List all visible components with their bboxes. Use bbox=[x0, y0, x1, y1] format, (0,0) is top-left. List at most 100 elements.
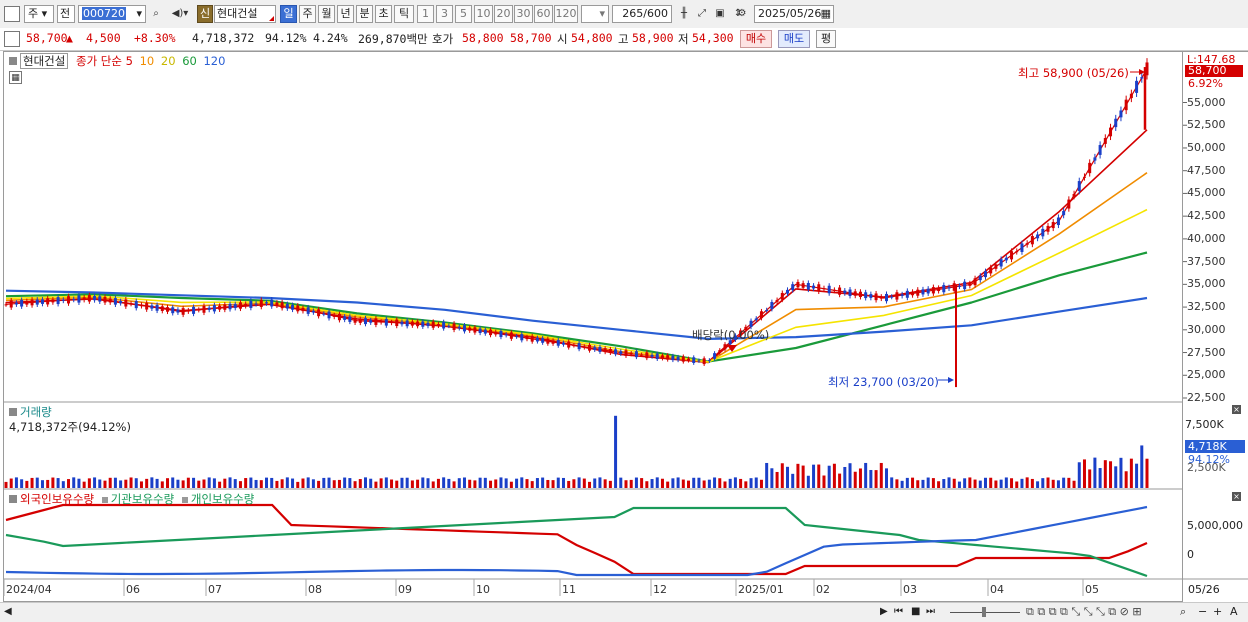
first-page-icon[interactable]: ⏮ bbox=[894, 606, 903, 617]
candle-body bbox=[957, 285, 961, 287]
ma-line-10 bbox=[5, 172, 1148, 364]
volume-bar bbox=[296, 481, 300, 488]
volume-bar bbox=[775, 471, 779, 488]
volume-value-label: 4,718,372주(94.12%) bbox=[9, 420, 131, 434]
candle-body bbox=[306, 307, 310, 314]
stock-title-label: 현대건설 bbox=[20, 53, 69, 69]
chart-scrollbar[interactable]: ◀ ▶ ⏮ ■ ⏭ ⧉ ⧉ ⧉ ⧉ ⤡ ⤡ ⤡ ⧉ ⊘ ⊞ ⌕ − + A bbox=[0, 602, 1248, 622]
volume-bar bbox=[478, 477, 482, 488]
panel-handle-icon[interactable] bbox=[9, 408, 17, 416]
font-size-icon[interactable]: A bbox=[1230, 605, 1238, 618]
volume-bar bbox=[546, 479, 550, 488]
candle-body bbox=[1030, 236, 1034, 245]
last-page-icon[interactable]: ⏭ bbox=[926, 606, 935, 617]
candle-body bbox=[410, 321, 414, 326]
candle-body bbox=[634, 351, 638, 358]
candle-body bbox=[317, 309, 321, 317]
low-arrow-icon bbox=[948, 377, 954, 383]
candle-body bbox=[1004, 257, 1008, 261]
candle-body bbox=[509, 332, 513, 339]
close-icon[interactable]: × bbox=[1232, 492, 1241, 501]
volume-bar bbox=[603, 479, 607, 488]
volume-bar bbox=[176, 479, 180, 488]
volume-bar bbox=[1041, 478, 1045, 488]
volume-bar bbox=[150, 477, 154, 488]
volume-bar bbox=[124, 479, 128, 488]
scroll-left-icon[interactable]: ◀ bbox=[4, 606, 12, 617]
volume-bar bbox=[4, 481, 8, 488]
candle-body bbox=[692, 357, 696, 363]
panel-handle-icon[interactable] bbox=[9, 57, 17, 65]
volume-bar bbox=[1010, 478, 1014, 488]
volume-bar bbox=[864, 462, 868, 488]
volume-bar bbox=[989, 477, 993, 488]
candle-body bbox=[363, 318, 367, 325]
close-icon[interactable]: × bbox=[1232, 405, 1241, 414]
candle-body bbox=[759, 311, 763, 319]
candle-body bbox=[1082, 176, 1086, 178]
candle-body bbox=[598, 346, 602, 352]
volume-bar bbox=[499, 477, 503, 488]
candle-body bbox=[1020, 243, 1024, 252]
candle-body bbox=[160, 306, 164, 311]
candle-body bbox=[874, 293, 878, 301]
zoom-slider-handle[interactable] bbox=[982, 607, 986, 617]
candle-body bbox=[46, 298, 50, 305]
candle-body bbox=[390, 322, 394, 324]
volume-bar bbox=[994, 480, 998, 488]
candle-body bbox=[332, 315, 336, 317]
candle-body bbox=[640, 354, 644, 356]
candle-body bbox=[817, 284, 821, 292]
candle-body bbox=[296, 305, 300, 312]
volume-bar bbox=[9, 478, 13, 488]
volume-bar bbox=[541, 477, 545, 488]
candle-body bbox=[291, 304, 295, 310]
price-tick-label: 50,000 bbox=[1187, 140, 1226, 154]
volume-bar bbox=[265, 477, 269, 488]
volume-bar bbox=[718, 478, 722, 488]
volume-bar bbox=[1036, 481, 1040, 488]
candle-body bbox=[113, 298, 117, 305]
candle-body bbox=[645, 352, 649, 359]
stop-icon[interactable]: ■ bbox=[911, 606, 920, 617]
volume-bar bbox=[780, 463, 784, 488]
volume-bar bbox=[400, 477, 404, 488]
candle-body bbox=[30, 299, 34, 306]
candle-body bbox=[124, 299, 128, 307]
candle-body bbox=[40, 299, 44, 304]
volume-bar bbox=[337, 479, 341, 488]
volume-bar bbox=[51, 477, 55, 488]
scroll-right-icon[interactable]: ▶ bbox=[880, 606, 888, 617]
institution-holding-line bbox=[5, 506, 1148, 578]
volume-bar bbox=[1051, 479, 1055, 488]
zoom-in-icon[interactable]: + bbox=[1213, 605, 1222, 618]
candle-body bbox=[707, 360, 711, 362]
volume-bar bbox=[254, 479, 258, 488]
candle-body bbox=[603, 348, 607, 353]
volume-bar bbox=[40, 480, 44, 488]
candle-body bbox=[1093, 157, 1097, 161]
volume-bar bbox=[640, 478, 644, 488]
volume-tick-7500k: 7,500K bbox=[1185, 418, 1224, 431]
candle-body bbox=[890, 296, 894, 298]
volume-bar bbox=[238, 481, 242, 488]
candle-body bbox=[197, 309, 201, 311]
volume-bar bbox=[233, 479, 237, 488]
volume-bar bbox=[348, 478, 352, 488]
zoom-icon[interactable]: ⌕ bbox=[1180, 605, 1186, 619]
volume-bar bbox=[614, 415, 618, 488]
volume-bar bbox=[770, 468, 774, 488]
chart-tools-icon[interactable]: ⧉ ⧉ ⧉ ⧉ ⤡ ⤡ ⤡ ⧉ ⊘ ⊞ bbox=[1026, 605, 1142, 619]
table-view-icon[interactable]: ▦ bbox=[9, 71, 22, 84]
volume-bar bbox=[171, 477, 175, 488]
volume-bar bbox=[426, 478, 430, 488]
candle-body bbox=[843, 290, 847, 294]
volume-bar bbox=[551, 480, 555, 488]
ma5-legend: 종가 단순 5 bbox=[75, 54, 133, 68]
zoom-out-icon[interactable]: − bbox=[1198, 605, 1207, 618]
candle-body bbox=[238, 302, 242, 309]
volume-bar bbox=[98, 479, 102, 488]
volume-bar bbox=[473, 480, 477, 488]
panel-handle-icon[interactable] bbox=[9, 495, 17, 503]
volume-bar bbox=[186, 477, 190, 488]
